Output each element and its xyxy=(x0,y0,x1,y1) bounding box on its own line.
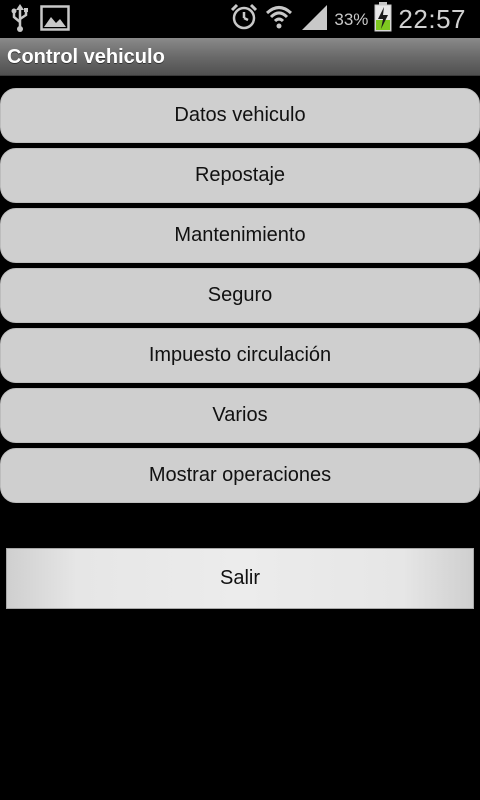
impuesto-circulacion-button[interactable]: Impuesto circulación xyxy=(0,328,480,383)
seguro-button[interactable]: Seguro xyxy=(0,268,480,323)
mantenimiento-button[interactable]: Mantenimiento xyxy=(0,208,480,263)
signal-icon xyxy=(300,3,328,36)
exit-button[interactable]: Salir xyxy=(6,548,474,609)
battery-charging-icon xyxy=(374,2,392,37)
datos-vehiculo-button[interactable]: Datos vehiculo xyxy=(0,88,480,143)
status-bar: 33% 22:57 xyxy=(0,0,480,38)
mostrar-operaciones-button[interactable]: Mostrar operaciones xyxy=(0,448,480,503)
app-title: Control vehiculo xyxy=(7,46,165,68)
repostaje-button[interactable]: Repostaje xyxy=(0,148,480,203)
wifi-icon xyxy=(264,4,294,35)
alarm-icon xyxy=(230,3,258,36)
battery-percent: 33% xyxy=(334,9,369,29)
usb-icon xyxy=(10,4,30,37)
status-clock: 22:57 xyxy=(398,4,466,34)
image-notification-icon xyxy=(40,5,70,36)
title-bar: Control vehiculo xyxy=(0,38,480,76)
menu-list: Datos vehiculo Repostaje Mantenimiento S… xyxy=(0,88,480,508)
varios-button[interactable]: Varios xyxy=(0,388,480,443)
